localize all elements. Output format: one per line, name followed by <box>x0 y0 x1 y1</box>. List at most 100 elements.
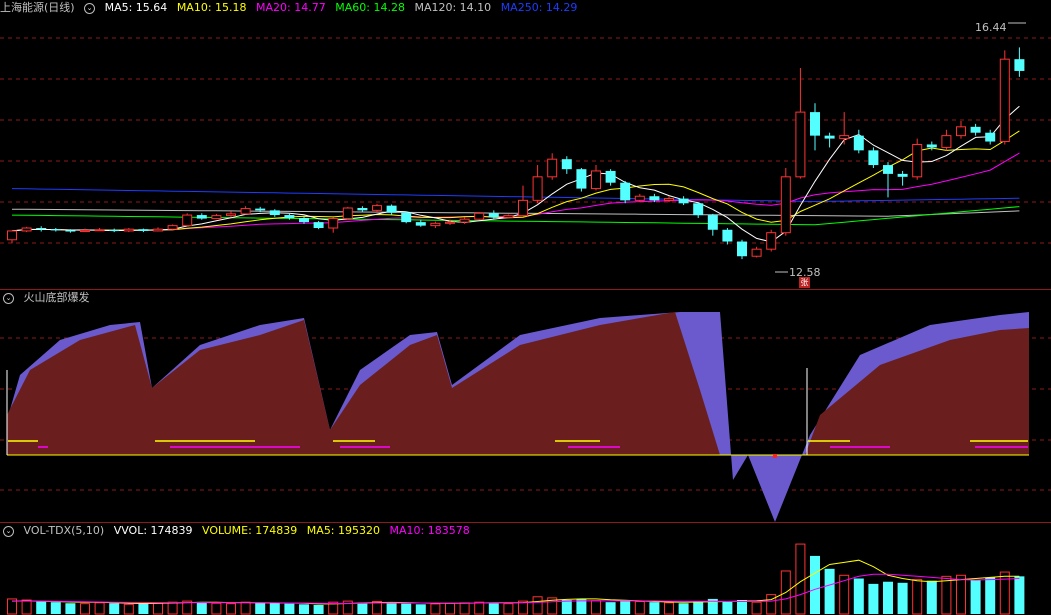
ma10-label: MA10: 15.18 <box>176 1 247 14</box>
volume-bar <box>956 574 966 615</box>
indicator-point <box>773 454 777 458</box>
candle-body <box>780 176 791 234</box>
settings-icon[interactable]: ⌄ <box>84 2 96 14</box>
volume-bar <box>970 579 981 614</box>
volume-bar <box>693 601 704 614</box>
ma60-label: MA60: 14.28 <box>335 1 405 14</box>
candle-body <box>211 215 222 220</box>
candle-body <box>649 196 660 201</box>
vvol-label: VVOL: 174839 <box>113 524 193 537</box>
volume-bar <box>532 596 543 615</box>
volume-settings-icon[interactable]: ⌄ <box>3 525 14 537</box>
candle-body <box>620 182 631 201</box>
volume-bar <box>109 603 120 614</box>
ma5-label: MA5: 15.64 <box>104 1 168 14</box>
volume-bar <box>926 580 937 614</box>
volume-bar <box>459 602 470 615</box>
volume-bar <box>255 602 266 614</box>
volume-bar <box>474 601 485 615</box>
candle-body <box>853 135 864 151</box>
volume-title: VOL-TDX(5,10) <box>23 524 105 537</box>
volume-bar <box>620 601 631 614</box>
candlestick-chart[interactable] <box>0 0 1051 290</box>
ma250-label: MA250: 14.29 <box>500 1 578 14</box>
candle-body <box>956 126 966 137</box>
indicator-chart[interactable] <box>0 290 1051 523</box>
candle-body <box>313 222 324 228</box>
volume-bar <box>561 600 572 614</box>
high-price-label: 16.44 <box>975 21 1007 34</box>
volume-bar <box>751 601 762 615</box>
volume-pane[interactable]: ⌄ VOL-TDX(5,10) VVOL: 174839 VOLUME: 174… <box>0 523 1051 615</box>
candle-body <box>430 222 441 227</box>
candle-body <box>1014 59 1025 71</box>
volume-bar <box>605 602 616 614</box>
volume-bar <box>678 603 689 614</box>
candle-body <box>415 222 426 226</box>
volume-bar <box>503 603 514 615</box>
indicator-pane[interactable]: ⌄ 火山底部爆发 <box>0 290 1051 523</box>
candle-body <box>664 198 674 201</box>
candle-body <box>751 248 762 257</box>
candle-body <box>80 229 90 233</box>
volume-bar <box>357 602 368 614</box>
candle-body <box>138 229 149 231</box>
candle-body <box>226 213 236 217</box>
candle-body <box>547 158 558 178</box>
candle-body <box>532 176 543 201</box>
volume-bar <box>853 578 864 614</box>
candle-body <box>707 215 718 230</box>
candle-body <box>561 159 572 170</box>
event-marker-icon[interactable]: 张 <box>799 277 810 288</box>
candle-body <box>153 228 163 232</box>
volume-bar <box>80 603 90 615</box>
volume-bar <box>824 568 835 614</box>
candle-body <box>488 213 499 218</box>
volume-bar <box>722 601 733 614</box>
volume-bar <box>795 543 806 615</box>
candle-body <box>518 199 528 217</box>
candle-body <box>65 230 76 232</box>
candle-body <box>50 229 61 231</box>
indicator-title: 火山底部爆发 <box>23 291 90 304</box>
volume-bar <box>985 577 996 614</box>
candle-body <box>7 230 17 241</box>
candle-body <box>299 218 309 223</box>
candle-body <box>240 208 251 215</box>
volume-bar <box>649 602 660 614</box>
price-pane[interactable]: 上海能源(日线) ⌄ MA5: 15.64 MA10: 15.18 MA20: … <box>0 0 1051 290</box>
candle-body <box>503 215 514 218</box>
volume-bar <box>138 603 149 614</box>
volume-bar <box>430 603 441 615</box>
candle-body <box>255 208 266 211</box>
volume-bar <box>912 579 923 615</box>
volume-bar <box>897 582 908 614</box>
vol-ma5-label: MA5: 195320 <box>306 524 381 537</box>
candle-body <box>328 218 339 229</box>
volume-bar <box>386 602 397 614</box>
volume-bar <box>21 599 32 615</box>
candle-body <box>284 215 295 218</box>
ma250-line <box>11 188 1020 203</box>
candle-body <box>883 165 893 174</box>
volume-bar <box>196 602 207 614</box>
volume-bar <box>153 602 163 615</box>
volume-bar <box>634 601 645 615</box>
candle-body <box>342 207 353 220</box>
volume-bar <box>167 601 178 615</box>
indicator-settings-icon[interactable]: ⌄ <box>3 292 14 304</box>
volume-bar <box>50 602 61 614</box>
volume-bar <box>269 603 280 614</box>
ma20-label: MA20: 14.77 <box>256 1 326 14</box>
ma120-label: MA120: 14.10 <box>414 1 492 14</box>
volume-label: VOLUME: 174839 <box>202 524 298 537</box>
volume-bar <box>211 602 222 615</box>
candle-body <box>269 210 280 216</box>
volume-bar <box>883 581 893 614</box>
candle-body <box>766 232 777 250</box>
volume-bar <box>415 604 426 614</box>
volume-ma5-line <box>11 559 1020 605</box>
volume-bar <box>401 603 412 614</box>
candle-body <box>985 132 996 142</box>
volume-bar <box>65 603 76 614</box>
